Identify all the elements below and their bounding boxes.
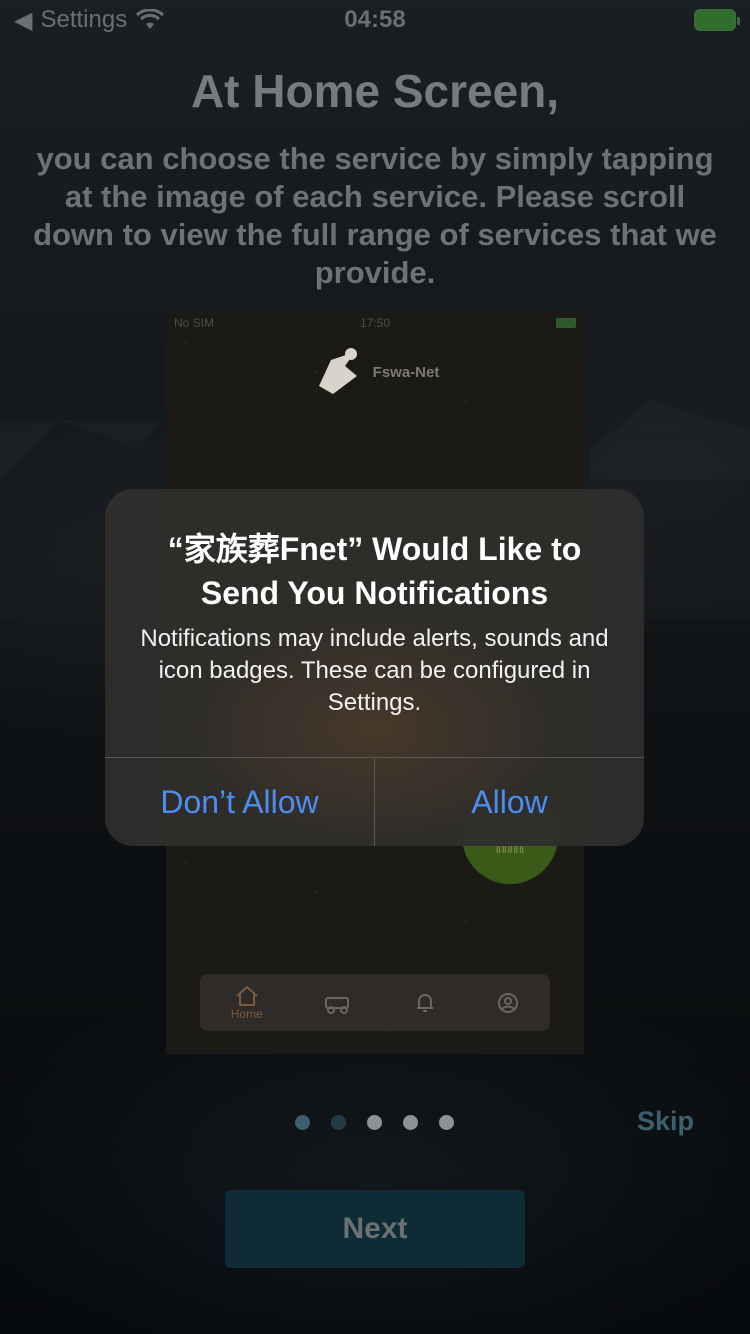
status-bar: ◀ Settings 04:58 <box>0 0 750 40</box>
page-dot[interactable] <box>367 1115 382 1130</box>
page-indicator <box>295 1115 454 1130</box>
battery-charging-icon <box>694 9 740 31</box>
preview-brand: Fswa-Net <box>166 342 584 402</box>
bell-icon <box>416 993 433 1012</box>
alert-button-row: Don’t Allow Allow <box>105 757 644 846</box>
dont-allow-button[interactable]: Don’t Allow <box>105 758 374 846</box>
preview-carrier: No SIM <box>174 316 215 330</box>
alert-title: “家族葬Fnet” Would Like to Send You Notific… <box>167 531 582 611</box>
page-title: At Home Screen, <box>190 65 560 117</box>
allow-button[interactable]: Allow <box>374 758 644 846</box>
home-icon <box>236 985 258 1006</box>
page-dot[interactable] <box>295 1115 310 1130</box>
alert-message: Notifications may include alerts, sounds… <box>140 625 609 716</box>
notification-permission-alert: “家族葬Fnet” Would Like to Send You Notific… <box>105 489 644 846</box>
preview-status-bar: No SIM 17:50 <box>166 314 584 332</box>
preview-tab-notifications <box>414 992 436 1014</box>
brand-logo-icon <box>318 348 357 394</box>
skip-button[interactable]: Skip <box>637 1106 694 1137</box>
back-to-settings[interactable]: ◀ Settings <box>14 6 165 35</box>
next-button[interactable]: Next <box>225 1190 525 1268</box>
preview-tab-home: Home <box>231 985 263 1021</box>
preview-tab-home-label: Home <box>230 1006 263 1021</box>
preview-tab-vehicle <box>324 992 352 1014</box>
hearse-icon <box>325 996 350 1014</box>
user-icon <box>498 992 519 1013</box>
page-subtitle: you can choose the service by simply tap… <box>33 141 717 290</box>
back-label: Settings <box>40 6 128 33</box>
chevron-left-icon: ◀ <box>14 6 33 34</box>
page-dot[interactable] <box>331 1115 346 1130</box>
preview-tab-profile <box>497 992 519 1014</box>
preview-time: 17:50 <box>359 316 391 330</box>
preview-battery-icon <box>556 318 576 328</box>
page-dot[interactable] <box>439 1115 454 1130</box>
wifi-icon <box>136 9 165 29</box>
page-dot[interactable] <box>403 1115 418 1130</box>
brand-name: Fswa-Net <box>372 363 440 381</box>
preview-tab-bar: Home <box>200 974 550 1031</box>
